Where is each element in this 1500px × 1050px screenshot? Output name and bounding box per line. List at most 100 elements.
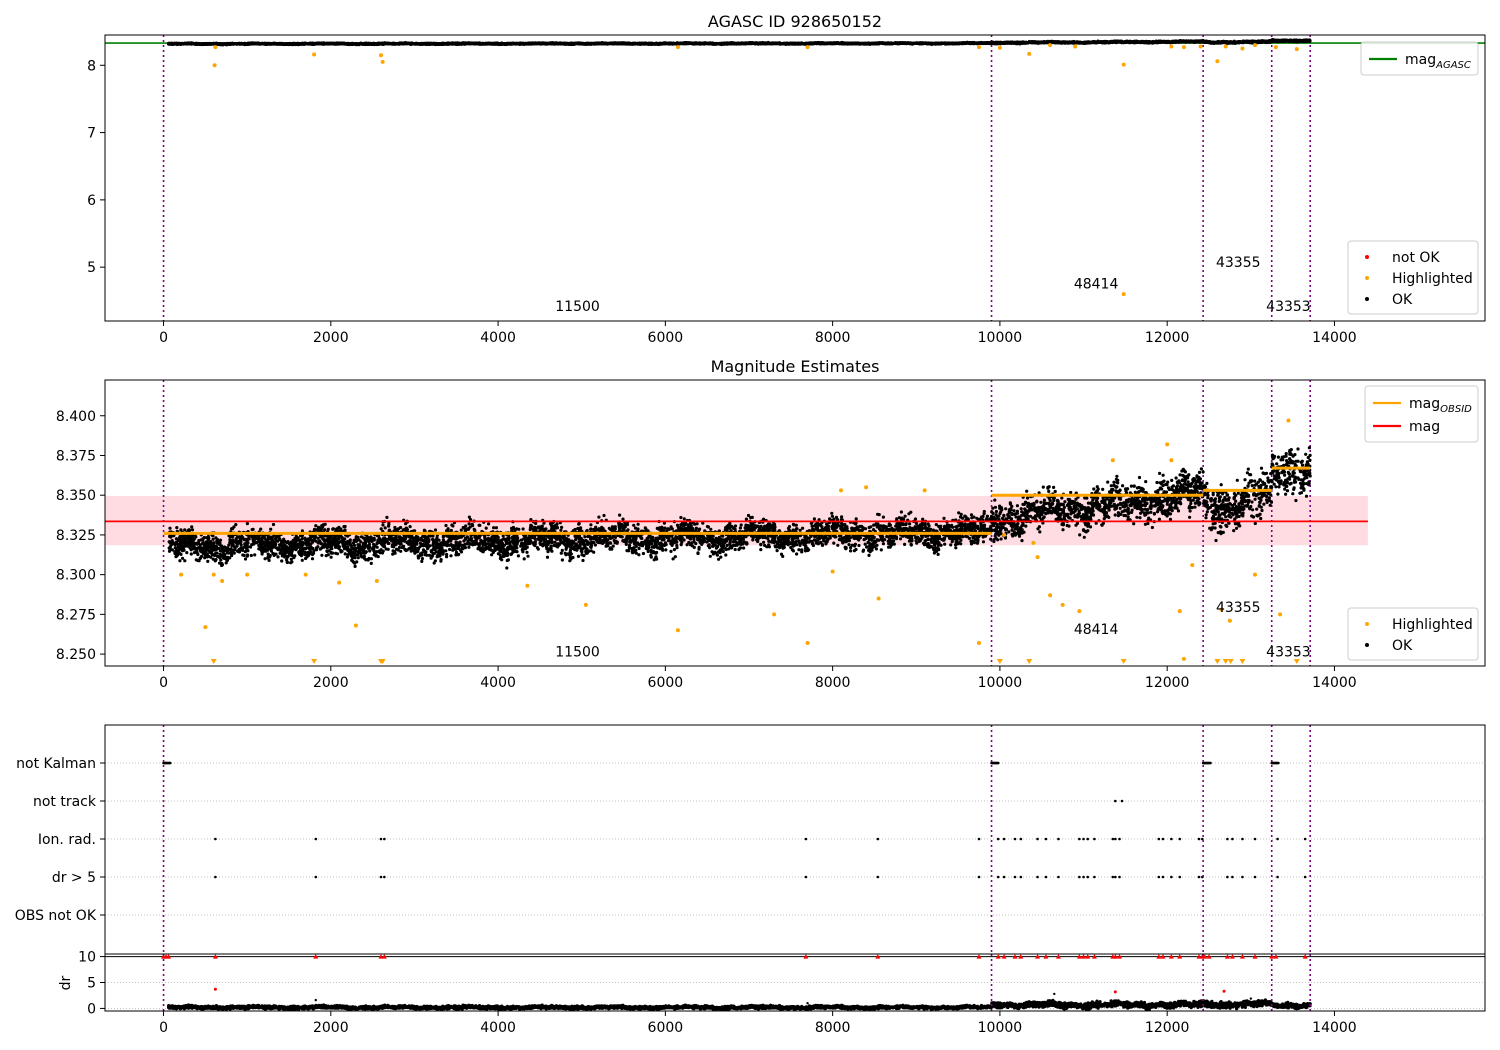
- plot1-ok-point: [687, 41, 691, 45]
- plot1-ok-point: [238, 42, 242, 46]
- plot1-ok-point: [379, 42, 383, 46]
- plot1-ok-point: [875, 42, 879, 46]
- plot1-ok-point: [442, 42, 447, 46]
- plot1-ok-point: [802, 42, 806, 46]
- plot1-ok-point: [843, 42, 847, 46]
- plot1-ok-point: [763, 42, 768, 46]
- plot1-ok-point: [260, 42, 264, 46]
- plot1-ok-point: [175, 42, 179, 46]
- plot1-ok-point: [494, 42, 498, 46]
- plot1-ok-point: [376, 42, 380, 46]
- plot1-ok-point: [227, 42, 231, 46]
- plot1-ok-point: [529, 42, 533, 46]
- plot1-ok-point: [709, 42, 713, 46]
- plot1-ok-point: [826, 41, 830, 45]
- plot1-ok-point: [551, 41, 555, 45]
- plot1-ok-point: [410, 42, 414, 46]
- plot1-ok-point: [329, 42, 333, 46]
- plot1-ok-point: [920, 41, 924, 45]
- plot1-ok-point: [633, 41, 637, 46]
- plot1-ok-point: [288, 42, 292, 46]
- plot1-ok-point: [321, 41, 325, 45]
- plot1-ok-point: [738, 42, 742, 46]
- plot1-ok-point: [714, 42, 718, 46]
- plot1-ok-point: [514, 42, 518, 46]
- plot1-ok-point: [517, 42, 521, 46]
- plot1-ok-point: [382, 41, 386, 46]
- plot1-ok-point: [667, 41, 671, 46]
- plot1-ok-point: [771, 41, 775, 45]
- plot1-ok-point: [546, 41, 550, 46]
- plot1-ok-point: [927, 42, 932, 46]
- plot1-ok-point: [317, 41, 321, 45]
- plot1-ok-point: [594, 42, 599, 46]
- plot1-ok-point: [541, 41, 546, 46]
- plot1-ok-point: [420, 42, 424, 46]
- plot1-ok-point: [681, 41, 685, 45]
- plot1-ok-point: [268, 42, 272, 46]
- plot1-ok-point: [945, 41, 949, 46]
- plot1-ok-point: [696, 42, 700, 46]
- plot1-ok-point: [326, 42, 330, 46]
- plot1-ok-point: [599, 41, 603, 46]
- plot1-ok-point: [859, 42, 864, 46]
- plot1-ok-point: [935, 42, 939, 46]
- plot1-ok-point: [397, 42, 402, 46]
- plot1-ok-point: [969, 41, 973, 46]
- plot1-ok-point: [469, 42, 473, 46]
- plot1-ok-point: [895, 41, 899, 45]
- plot1-ok-point: [940, 41, 944, 45]
- plot1-ok-point: [975, 41, 979, 45]
- plot1-ok-point: [871, 42, 875, 46]
- plot1-ok-point: [456, 42, 460, 46]
- plot1-ok-point: [836, 41, 840, 46]
- plot1-ok-point: [574, 42, 578, 46]
- plot1-ok-point: [370, 42, 374, 46]
- plot1-ok-point: [884, 41, 889, 46]
- plot1-ok-point: [587, 42, 591, 46]
- plot1-ok-point: [298, 42, 302, 46]
- plot1-ok-point: [479, 42, 483, 46]
- plot1-ok-point: [653, 42, 657, 46]
- plot1-ok-point: [459, 42, 463, 46]
- plot1-ok-point: [955, 42, 959, 46]
- plot1-ok-point: [222, 42, 226, 46]
- plot1-ok-point: [951, 41, 955, 45]
- plot1-ok-point: [700, 42, 704, 46]
- plot1-ok-point: [197, 42, 201, 46]
- plot1-title: AGASC ID 928650152: [708, 12, 882, 31]
- plot1-ok-point: [476, 42, 480, 46]
- plot1-ok-point: [521, 42, 525, 46]
- plot1-ok-point: [407, 41, 411, 45]
- plot1-ok-point: [485, 42, 489, 46]
- plot1-ok-point: [866, 41, 870, 46]
- plot1-ok-point: [916, 41, 920, 46]
- plot1-ok-point: [798, 42, 802, 46]
- plot1-ok-point: [231, 41, 235, 45]
- plot1-ok-point: [615, 41, 620, 45]
- plot1-ok-point: [359, 41, 363, 46]
- plot1-ok-point: [648, 42, 652, 46]
- plot1-ok-point: [302, 42, 306, 46]
- plot1-ok-point: [728, 42, 732, 46]
- plot1-ok-point: [245, 42, 249, 46]
- plot1-ok-point: [831, 42, 836, 46]
- plot1-ok-point: [465, 42, 469, 46]
- plot1-ok-point: [436, 42, 441, 46]
- plot1-ok-point: [817, 42, 822, 46]
- plot1-ok-point: [854, 41, 858, 46]
- plot1-ok-point: [489, 41, 493, 46]
- plot1-ok-point: [167, 42, 171, 46]
- plot1-ok-point: [401, 42, 405, 46]
- plot1-ok-point: [963, 41, 967, 45]
- plot1-ok-point: [189, 42, 193, 46]
- plot1-ok-point: [440, 42, 444, 47]
- plot1-ok-point: [426, 42, 430, 46]
- plot1-ok-point: [347, 42, 351, 46]
- plot1-ok-point: [911, 41, 915, 46]
- plot1-ok-point: [184, 41, 188, 46]
- plot1-ok-point: [577, 42, 581, 46]
- plot1-ok-point: [503, 42, 507, 46]
- plot1-ok-point: [446, 41, 450, 45]
- plot1-ok-point: [742, 41, 746, 45]
